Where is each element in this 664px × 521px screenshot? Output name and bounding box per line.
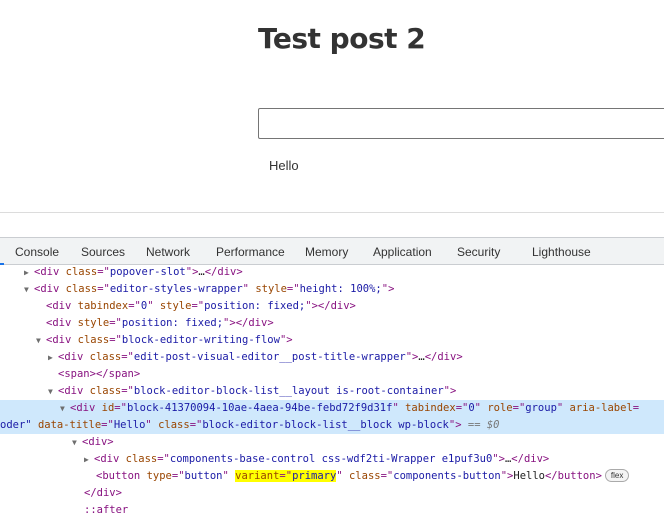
dom-node-close-div[interactable]: </div> [0,485,664,502]
tab-console[interactable]: Console [15,245,59,259]
collapse-triangle-icon[interactable]: ▼ [72,434,82,451]
tab-network[interactable]: Network [146,245,190,259]
dom-node-after-pseudo[interactable]: ::after [0,502,664,519]
base-control-input[interactable] [258,108,664,139]
hello-button[interactable]: Hello [269,158,299,173]
devtools-tabbar: Console Sources Network Performance Memo… [0,238,664,265]
tab-security[interactable]: Security [457,245,500,259]
dom-node-inner-div[interactable]: ▼ <div> [0,434,664,451]
collapse-triangle-icon[interactable]: ▼ [24,281,34,298]
collapse-triangle-icon[interactable]: ▼ [60,400,70,417]
selected-node-reference: $0 [486,419,500,431]
tab-lighthouse[interactable]: Lighthouse [532,245,591,259]
tab-application[interactable]: Application [373,245,432,259]
dom-node-block-list-layout[interactable]: ▼ <div class="block-editor-block-list__la… [0,383,664,400]
post-title[interactable]: Test post 2 [258,22,426,55]
collapse-triangle-icon[interactable]: ▼ [48,383,58,400]
dom-node-popover-slot[interactable]: ▶ <div class="popover-slot">…</div> [0,264,664,281]
tab-sources[interactable]: Sources [81,245,125,259]
expand-triangle-icon[interactable]: ▶ [24,264,34,281]
expand-triangle-icon[interactable]: ▶ [84,451,94,468]
dom-node-span[interactable]: <span></span> [0,366,664,383]
search-highlight: variant="primary [235,470,337,482]
collapse-triangle-icon[interactable]: ▼ [36,332,46,349]
dom-node-tabindex-div[interactable]: <div tabindex="0" style="position: fixed… [0,298,664,315]
tab-performance[interactable]: Performance [216,245,285,259]
expand-triangle-icon[interactable]: ▶ [48,349,58,366]
dom-node-button[interactable]: <button type="button" variant="primary" … [0,468,664,485]
devtools-panel: Console Sources Network Performance Memo… [0,237,664,521]
dom-node-writing-flow[interactable]: ▼ <div class="block-editor-writing-flow"> [0,332,664,349]
tab-memory[interactable]: Memory [305,245,348,259]
dom-node-base-control[interactable]: ▶ <div class="components-base-control css… [0,451,664,468]
editor-canvas: Test post 2 Hello [0,0,664,213]
dom-node-editor-styles-wrapper[interactable]: ▼ <div class="editor-styles-wrapper" styl… [0,281,664,298]
dom-node-selected-block-continued[interactable]: oder" data-title="Hello" class="block-ed… [0,417,664,434]
dom-node-post-title-wrapper[interactable]: ▶ <div class="edit-post-visual-editor__po… [0,349,664,366]
flex-badge[interactable]: flex [604,469,630,482]
dom-node-selected-block[interactable]: ▼ <div id="block-41370094-10ae-4aea-94be-… [0,400,664,417]
dom-node-fixed-div[interactable]: <div style="position: fixed;"></div> [0,315,664,332]
